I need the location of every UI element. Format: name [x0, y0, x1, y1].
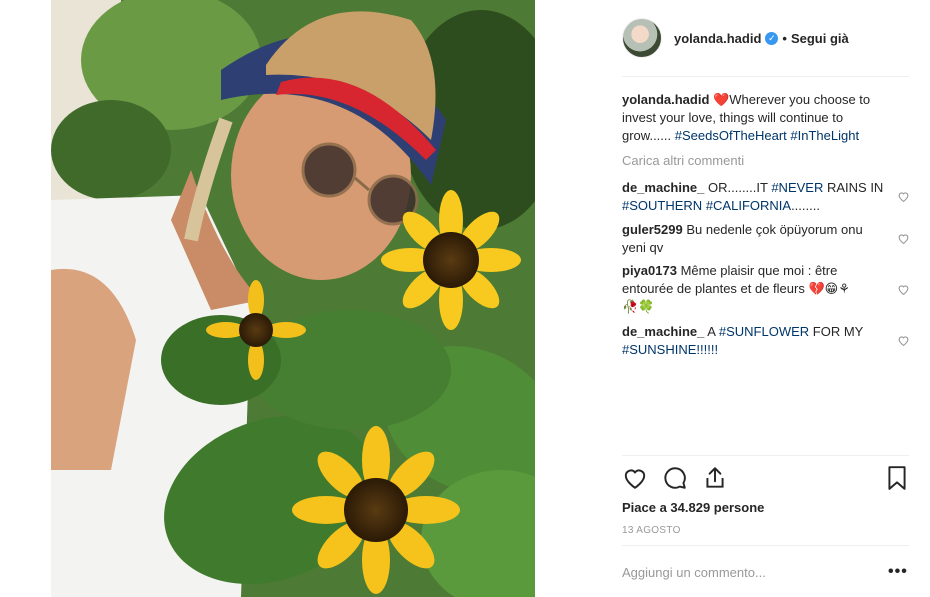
author-username[interactable]: yolanda.hadid	[674, 31, 761, 46]
heart-outline-icon[interactable]	[622, 465, 648, 491]
hashtag-link[interactable]: #SUNFLOWER	[719, 324, 809, 339]
share-upload-icon[interactable]	[702, 465, 728, 491]
comment-username[interactable]: de_machine_	[622, 324, 704, 339]
hashtag-link[interactable]: #SeedsOfTheHeart	[675, 128, 787, 143]
comment-item: de_machine_ A #SUNFLOWER FOR MY #SUNSHIN…	[622, 323, 890, 359]
speech-bubble-icon[interactable]	[662, 465, 688, 491]
comment-text: OR........IT	[708, 180, 772, 195]
more-options-button[interactable]: •••	[888, 563, 908, 581]
comment-username[interactable]: de_machine_	[622, 180, 704, 195]
divider	[622, 455, 909, 456]
bookmark-icon[interactable]	[884, 465, 910, 491]
comment-like-heart-icon[interactable]	[897, 232, 910, 245]
post-header: yolanda.hadid ✓ • Segui già	[622, 16, 849, 60]
separator-dot: •	[782, 30, 787, 46]
comment-text: RAINS IN	[823, 180, 884, 195]
hashtag-link[interactable]: #InTheLight	[790, 128, 859, 143]
comment-text: A	[707, 324, 719, 339]
follow-status-button[interactable]: Segui già	[791, 31, 849, 46]
hashtag-link[interactable]: #SUNSHINE!!!!!!	[622, 342, 718, 357]
hashtag-link[interactable]: #CALIFORNIA	[706, 198, 791, 213]
post-caption: yolanda.hadid ❤️Wherever you choose to i…	[622, 91, 892, 145]
likes-count[interactable]: Piace a 34.829 persone	[622, 500, 764, 515]
post-date[interactable]: 13 AGOSTO	[622, 525, 681, 536]
comment-like-heart-icon[interactable]	[897, 334, 910, 347]
caption-username[interactable]: yolanda.hadid	[622, 92, 709, 107]
comment-text: ........	[791, 198, 820, 213]
comment-item: guler5299 Bu nedenle çok öpüyorum onu ye…	[622, 221, 890, 257]
comment-username[interactable]: piya0173	[622, 263, 677, 278]
heart-emoji-icon: ❤️	[713, 92, 730, 107]
add-comment-input[interactable]	[622, 560, 872, 584]
hashtag-link[interactable]: #SOUTHERN	[622, 198, 702, 213]
comment-item: de_machine_ OR........IT #NEVER RAINS IN…	[622, 179, 890, 215]
comment-username[interactable]: guler5299	[622, 222, 683, 237]
avatar[interactable]	[622, 18, 662, 58]
hashtag-link[interactable]: #NEVER	[771, 180, 823, 195]
load-more-comments-button[interactable]: Carica altri commenti	[622, 153, 744, 168]
post-photo[interactable]	[51, 0, 535, 597]
post-action-bar	[622, 465, 910, 493]
divider	[622, 76, 909, 77]
photo-illustration	[51, 0, 535, 597]
verified-badge-icon: ✓	[765, 31, 779, 45]
comment-like-heart-icon[interactable]	[897, 283, 910, 296]
comment-item: piya0173 Même plaisir que moi : être ent…	[622, 262, 890, 316]
comment-text: FOR MY	[809, 324, 864, 339]
divider	[622, 545, 909, 546]
comment-emoji-line: 🥀🍀	[622, 299, 655, 314]
comment-like-heart-icon[interactable]	[897, 190, 910, 203]
